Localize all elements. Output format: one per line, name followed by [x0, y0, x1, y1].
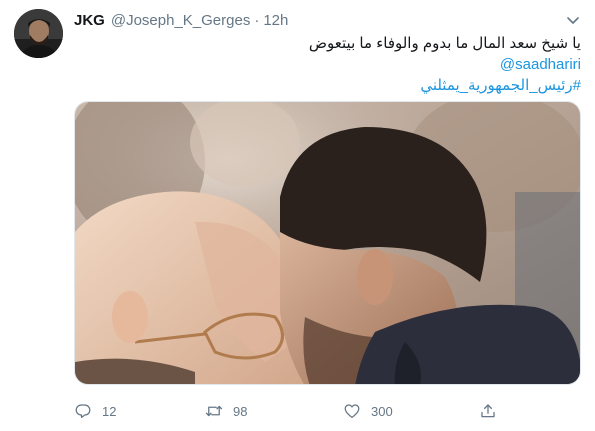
retweet-count: 98	[233, 403, 248, 419]
tweet-photo[interactable]	[74, 101, 581, 385]
reply-icon	[75, 404, 91, 419]
author-display-name[interactable]: JKG	[74, 12, 105, 29]
tweet-text: يا شيخ سعد المال ما بدوم والوفاء ما بيتع…	[74, 33, 581, 96]
retweet-button[interactable]: 98	[205, 400, 247, 422]
avatar[interactable]	[14, 9, 63, 58]
share-icon	[481, 404, 495, 418]
retweet-icon	[205, 405, 223, 417]
tweet-text-line: يا شيخ سعد المال ما بدوم والوفاء ما بيتع…	[308, 35, 581, 52]
reply-button[interactable]: 12	[74, 400, 116, 422]
hashtag-link[interactable]: #رئيس_الجمهورية_يمثلني	[420, 77, 581, 94]
mention-link[interactable]: @saadhariri	[500, 56, 581, 73]
share-button[interactable]	[479, 400, 497, 422]
tweet-actions: 12 98 300	[74, 400, 504, 422]
author-handle[interactable]: @Joseph_K_Gerges	[111, 12, 250, 29]
tweet-timestamp[interactable]: 12h	[263, 12, 288, 29]
like-button[interactable]: 300	[343, 400, 393, 422]
like-icon	[344, 404, 360, 419]
like-count: 300	[371, 403, 393, 419]
tweet-header: JKG @Joseph_K_Gerges · 12h	[74, 10, 288, 30]
reply-count: 12	[102, 403, 117, 419]
chevron-down-icon[interactable]	[565, 12, 581, 28]
header-separator: ·	[254, 11, 260, 29]
